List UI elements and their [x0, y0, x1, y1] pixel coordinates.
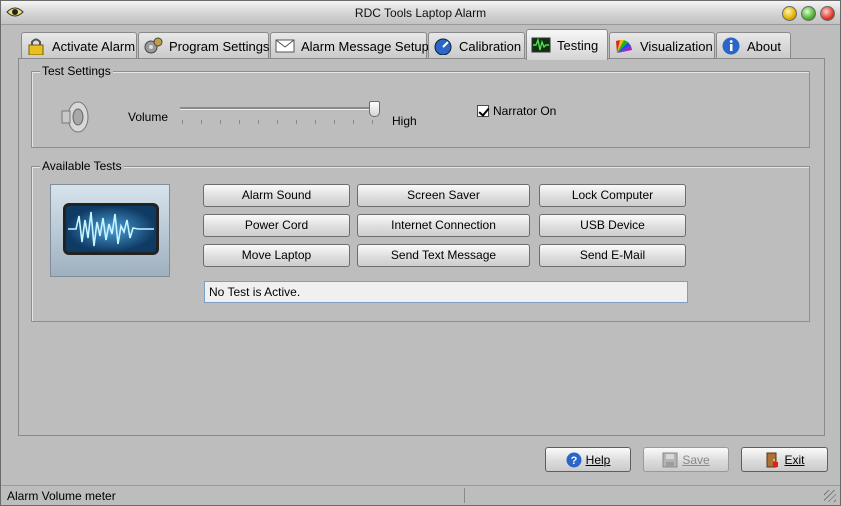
exit-button[interactable]: Exit — [741, 447, 828, 472]
screen-saver-button[interactable]: Screen Saver — [357, 184, 530, 207]
tab-alarm-message-setup[interactable]: Alarm Message Setup — [270, 32, 429, 59]
exit-label: Exit — [784, 452, 805, 467]
tab-label: Activate Alarm — [52, 38, 136, 54]
volume-slider[interactable] — [180, 101, 380, 128]
slider-ticks — [182, 120, 374, 124]
tab-testing[interactable]: Testing — [526, 29, 608, 60]
waveform-icon — [68, 211, 154, 247]
tab-program-settings[interactable]: Program Settings — [138, 32, 269, 59]
help-label: Help — [585, 452, 611, 467]
status-separator — [464, 488, 465, 503]
color-fan-icon — [616, 40, 632, 53]
available-tests-group: Available Tests Alarm Sound Screen Saver… — [31, 159, 810, 322]
internet-connection-button[interactable]: Internet Connection — [357, 214, 530, 237]
help-icon: ? — [566, 452, 582, 467]
tab-label: Testing — [557, 37, 599, 53]
tab-label: Calibration — [459, 38, 522, 54]
help-button[interactable]: ? Help — [545, 447, 631, 472]
status-text: Alarm Volume meter — [7, 489, 116, 503]
tab-visualization[interactable]: Visualization — [609, 32, 715, 59]
minimize-button[interactable] — [782, 6, 797, 21]
tab-label: Program Settings — [169, 38, 270, 54]
send-email-button[interactable]: Send E-Mail — [539, 244, 686, 267]
tab-calibration[interactable]: Calibration — [428, 32, 525, 59]
tab-activate-alarm[interactable]: Activate Alarm — [21, 32, 137, 59]
resize-grip[interactable] — [824, 490, 836, 502]
gauge-icon — [434, 38, 452, 55]
test-status-field: No Test is Active. — [204, 281, 688, 303]
save-label: Save — [682, 452, 710, 467]
app-window: RDC Tools Laptop Alarm Activate Alarm Pr… — [0, 0, 841, 506]
high-label: High — [392, 114, 417, 128]
exit-door-icon — [766, 452, 779, 467]
envelope-icon — [275, 39, 295, 53]
info-icon — [722, 37, 740, 55]
tab-label: About — [747, 38, 781, 54]
group-title: Test Settings — [40, 64, 113, 78]
padlock-icon — [28, 38, 44, 55]
maximize-button[interactable] — [801, 6, 816, 21]
speaker-icon — [61, 101, 89, 133]
waveform-monitor-icon — [531, 37, 551, 53]
gears-icon — [144, 37, 163, 54]
usb-device-button[interactable]: USB Device — [539, 214, 686, 237]
volume-label: Volume — [128, 110, 169, 124]
monitor-screen — [63, 203, 159, 255]
save-button: Save — [643, 447, 729, 472]
close-button[interactable] — [820, 6, 835, 21]
status-bar: Alarm Volume meter — [1, 485, 840, 505]
lock-computer-button[interactable]: Lock Computer — [539, 184, 686, 207]
floppy-disk-icon — [662, 452, 678, 467]
narrator-label: Narrator On — [493, 104, 557, 118]
tab-about[interactable]: About — [716, 32, 791, 59]
group-title: Available Tests — [40, 159, 124, 173]
testing-panel: Test Settings Volume High Narrator On Av… — [18, 58, 825, 436]
slider-thumb[interactable] — [369, 101, 380, 117]
test-settings-group: Test Settings Volume High Narrator On — [31, 64, 810, 148]
tab-label: Visualization — [640, 38, 713, 54]
waveform-monitor-image — [50, 184, 170, 277]
power-cord-button[interactable]: Power Cord — [203, 214, 350, 237]
svg-text:?: ? — [570, 455, 577, 467]
tab-label: Alarm Message Setup — [301, 38, 429, 54]
slider-track — [180, 107, 376, 110]
alarm-sound-button[interactable]: Alarm Sound — [203, 184, 350, 207]
title-bar[interactable]: RDC Tools Laptop Alarm — [1, 1, 840, 25]
window-title: RDC Tools Laptop Alarm — [354, 6, 487, 20]
send-text-message-button[interactable]: Send Text Message — [357, 244, 530, 267]
narrator-checkbox[interactable]: Narrator On — [477, 104, 556, 118]
checkbox-box[interactable] — [477, 105, 489, 117]
move-laptop-button[interactable]: Move Laptop — [203, 244, 350, 267]
